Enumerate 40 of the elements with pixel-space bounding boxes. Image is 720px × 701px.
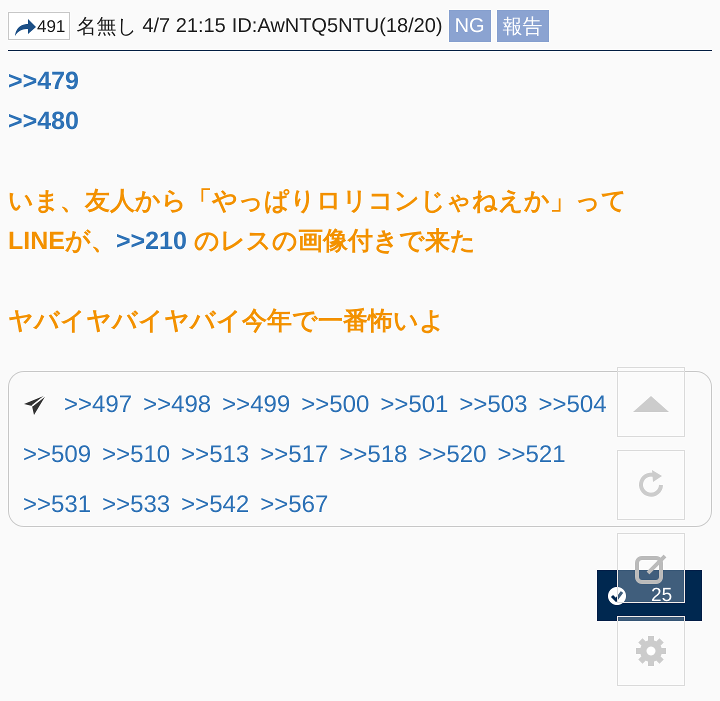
post-text: いま、友人から「やっぱりロリコンじゃねえか」って — [8, 187, 627, 215]
post-text: LINEが、 — [8, 227, 116, 255]
reply-link[interactable]: >>518 — [339, 430, 408, 480]
reply-link[interactable]: >>531 — [23, 480, 92, 530]
count-toast[interactable]: 25 — [597, 570, 702, 621]
action-button[interactable]: NG — [448, 10, 491, 42]
post-text: ヤバイヤバイヤバイ今年で一番怖いよ — [8, 307, 445, 335]
reply-link[interactable]: >>520 — [418, 430, 486, 480]
reply-link[interactable]: >>504 — [538, 380, 607, 430]
reply-link[interactable]: >>542 — [181, 480, 250, 530]
edit-button[interactable] — [617, 533, 685, 603]
action-button[interactable]: 報告 — [496, 10, 549, 42]
post-id: ID:AwNTQ5NTU(18/20) — [232, 14, 443, 38]
reply-link[interactable]: >>567 — [260, 480, 328, 530]
reply-link[interactable]: >>510 — [102, 430, 170, 480]
anchor-link[interactable]: >>479 — [8, 67, 79, 95]
reply-link[interactable]: >>509 — [23, 430, 92, 480]
reply-link[interactable]: >>500 — [301, 380, 370, 430]
reply-link[interactable]: >>503 — [459, 380, 528, 430]
reply-link[interactable]: >>499 — [222, 380, 290, 430]
share-arrow-icon — [13, 17, 37, 37]
check-circle-icon — [607, 586, 627, 606]
post-name: 名無し — [76, 14, 136, 40]
post-date: 4/7 21:15 — [142, 14, 226, 38]
anchor-link[interactable]: >>210 — [116, 227, 187, 255]
settings-icon — [634, 634, 668, 668]
reply-link[interactable]: >>521 — [497, 430, 566, 480]
badge-count: 25 — [651, 584, 672, 606]
anchor-link[interactable]: >>480 — [8, 107, 79, 135]
reply-link[interactable]: >>533 — [102, 480, 170, 530]
edit-icon — [634, 552, 668, 584]
reply-link[interactable]: >>517 — [260, 430, 328, 480]
settings-button[interactable] — [617, 616, 685, 686]
paper-plane-icon — [23, 394, 47, 416]
reply-link[interactable]: >>497 — [64, 380, 132, 430]
post-text: のレスの画像付きで来た — [192, 227, 476, 255]
reply-link[interactable]: >>501 — [380, 380, 448, 430]
reply-count-button[interactable]: 491 — [8, 12, 70, 40]
reply-link[interactable]: >>513 — [181, 430, 250, 480]
reply-link[interactable]: >>498 — [143, 380, 212, 430]
